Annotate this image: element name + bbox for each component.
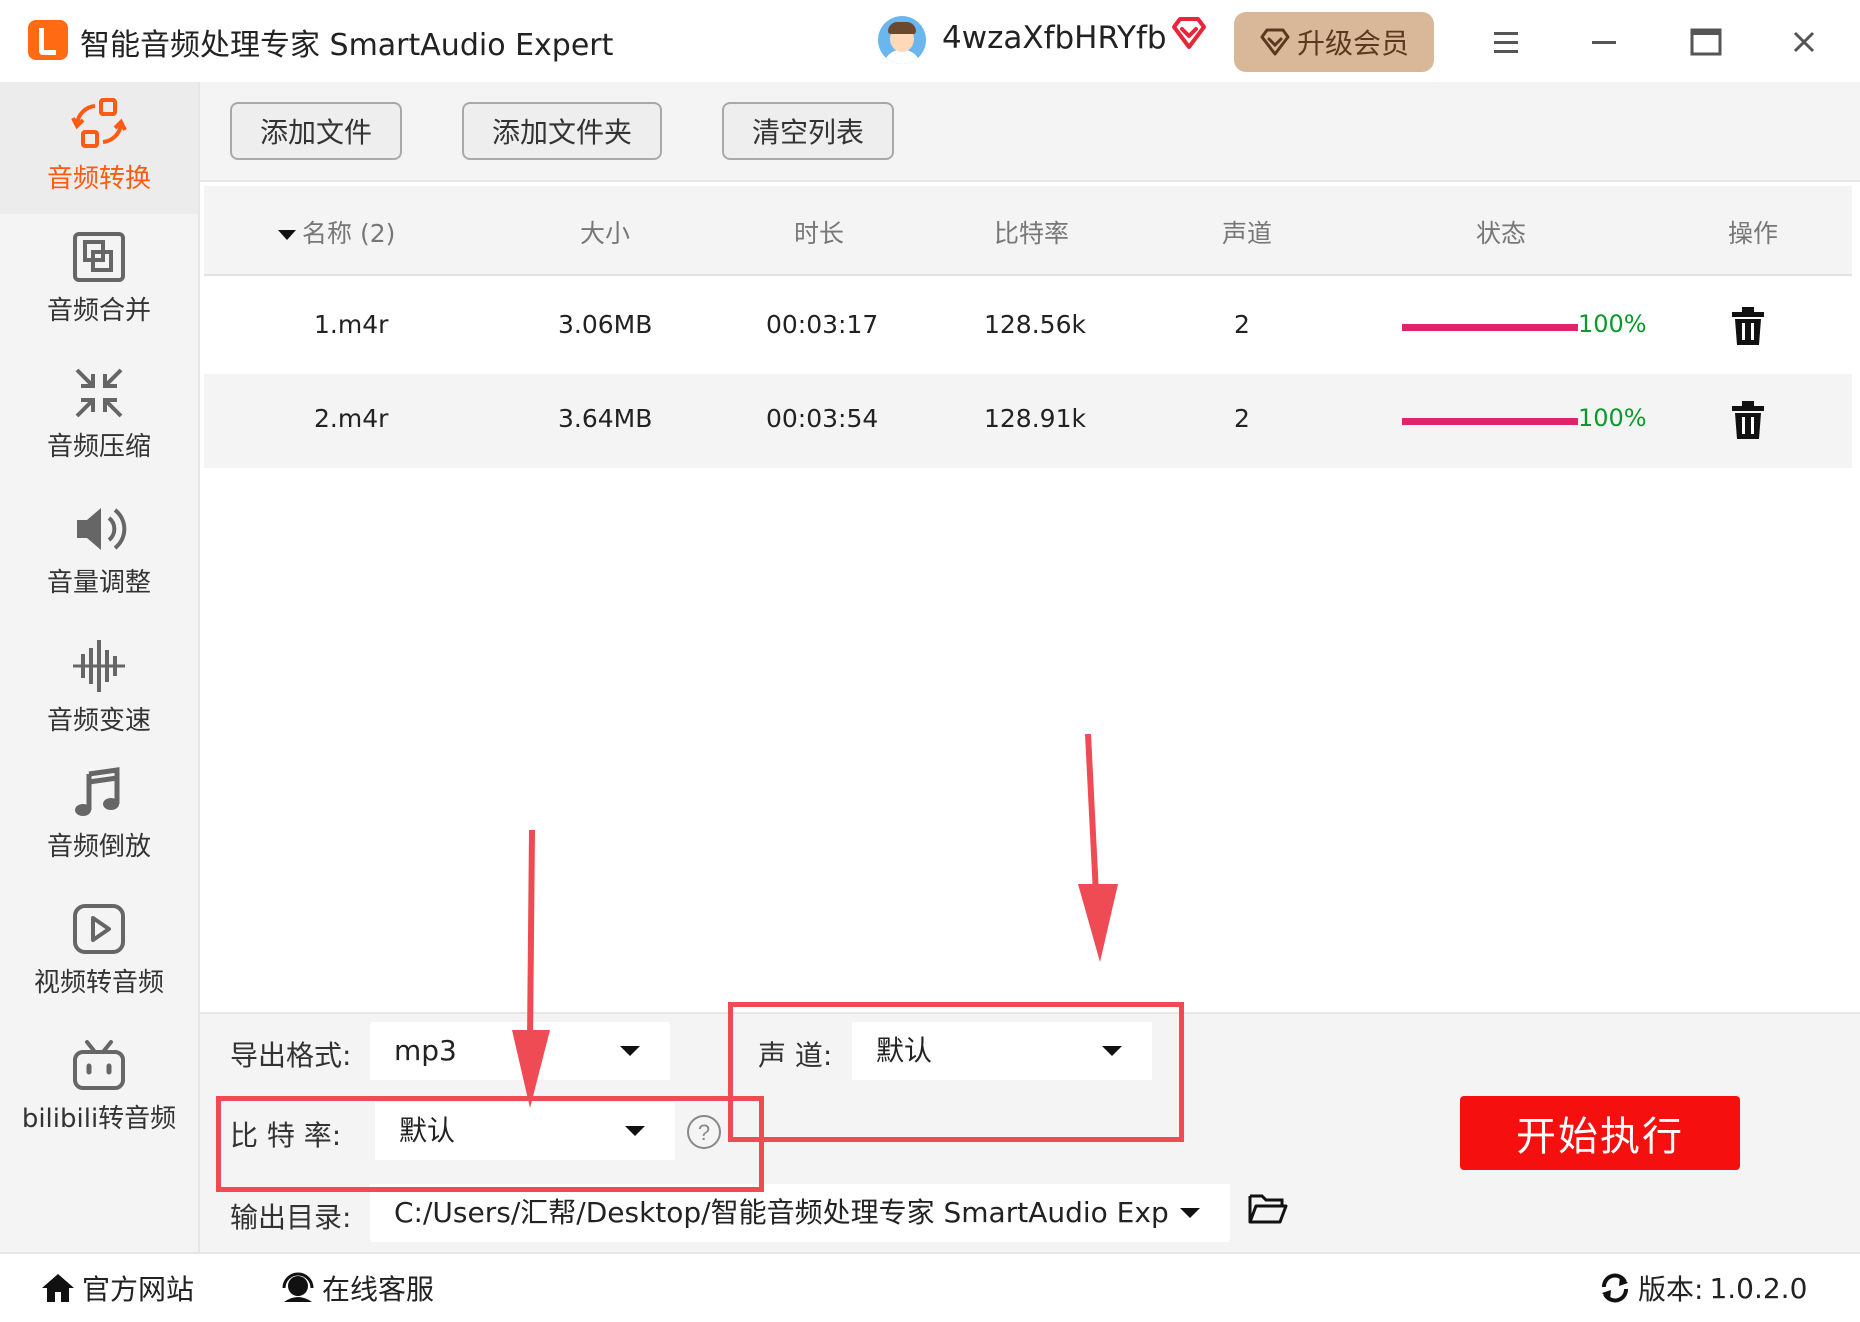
sidebar-item-label: 音频合并 xyxy=(46,296,151,326)
folder-open-icon[interactable] xyxy=(1248,1192,1288,1226)
column-label-name: 名称 (2) xyxy=(302,219,396,248)
sidebar: 音频转换 音频合并 音频压缩 音量调整 音频变速 音频倒放 视频转音频 bili… xyxy=(0,82,200,1252)
progress-bar xyxy=(1402,324,1578,331)
file-duration: 00:03:17 xyxy=(766,310,879,339)
file-size: 3.64MB xyxy=(558,404,653,433)
arrow-down-icon xyxy=(512,830,550,1108)
minimize-icon[interactable] xyxy=(1584,22,1624,62)
footer: 官方网站 在线客服 版本: 1.0.2.0 xyxy=(0,1252,1860,1322)
vip-diamond-icon[interactable] xyxy=(1170,14,1208,52)
app-title: 智能音频处理专家 SmartAudio Expert xyxy=(80,28,614,63)
column-header-actions: 操作 xyxy=(1728,219,1779,248)
file-table-header: 名称 (2) 大小 时长 比特率 声道 状态 操作 xyxy=(204,186,1852,276)
clear-list-button[interactable]: 清空列表 xyxy=(722,102,894,160)
title-bar: 智能音频处理专家 SmartAudio Expert 4wzaXfbHRYfb … xyxy=(0,0,1860,84)
trash-icon[interactable] xyxy=(1730,306,1766,346)
support-label: 在线客服 xyxy=(322,1273,435,1306)
sidebar-item-volume-adjust[interactable]: 音量调整 xyxy=(0,488,198,620)
add-file-button[interactable]: 添加文件 xyxy=(230,102,402,160)
status-percent: 100% xyxy=(1578,404,1647,432)
file-bitrate: 128.91k xyxy=(984,404,1086,433)
file-name: 2.m4r xyxy=(314,404,389,433)
home-icon xyxy=(42,1274,74,1302)
progress-bar xyxy=(1402,418,1578,425)
sidebar-item-audio-speed[interactable]: 音频变速 xyxy=(0,624,198,756)
table-row[interactable]: 1.m4r 3.06MB 00:03:17 128.56k 2 100% xyxy=(204,280,1852,374)
speed-icon xyxy=(73,640,125,692)
refresh-icon xyxy=(1602,1273,1628,1303)
username[interactable]: 4wzaXfbHRYfb xyxy=(942,20,1167,56)
video-play-icon xyxy=(73,904,125,954)
toolbar: 添加文件 添加文件夹 清空列表 xyxy=(200,82,1860,182)
sidebar-item-label: 音频压缩 xyxy=(46,432,151,462)
bitrate-highlight-box xyxy=(216,1096,764,1192)
status-percent: 100% xyxy=(1578,310,1647,338)
format-label: 导出格式: xyxy=(230,1039,352,1072)
start-button[interactable]: 开始执行 xyxy=(1460,1096,1740,1170)
column-header-name[interactable]: 名称 (2) xyxy=(278,214,395,250)
merge-icon xyxy=(73,232,125,282)
maximize-icon[interactable] xyxy=(1686,22,1726,62)
table-row[interactable]: 2.m4r 3.64MB 00:03:54 128.91k 2 100% xyxy=(204,374,1852,468)
chevron-down-icon xyxy=(1180,1208,1200,1218)
close-icon[interactable] xyxy=(1784,22,1824,62)
output-dir-value: C:/Users/汇帮/Desktop/智能音频处理专家 SmartAudio … xyxy=(394,1196,1169,1229)
version-info[interactable]: 版本: 1.0.2.0 xyxy=(1598,1268,1807,1308)
sidebar-item-video-to-audio[interactable]: 视频转音频 xyxy=(0,888,198,1020)
file-channels: 2 xyxy=(1234,404,1250,433)
file-bitrate: 128.56k xyxy=(984,310,1086,339)
sidebar-item-bilibili-to-audio[interactable]: bilibili转音频 xyxy=(0,1024,198,1156)
version-number: 1.0.2.0 xyxy=(1709,1271,1808,1305)
sidebar-item-label: 音频变速 xyxy=(46,706,151,736)
bilibili-icon xyxy=(73,1040,125,1090)
upgrade-label: 升级会员 xyxy=(1296,27,1409,60)
compress-icon xyxy=(75,368,123,418)
user-avatar[interactable] xyxy=(878,16,926,64)
sidebar-item-audio-merge[interactable]: 音频合并 xyxy=(0,216,198,348)
website-label: 官方网站 xyxy=(82,1273,195,1306)
diamond-icon xyxy=(1260,28,1290,56)
sidebar-item-label: 视频转音频 xyxy=(33,968,164,998)
app-logo-icon xyxy=(28,20,68,60)
sidebar-item-label: bilibili转音频 xyxy=(21,1104,177,1134)
sidebar-item-audio-convert[interactable]: 音频转换 xyxy=(0,82,198,214)
sidebar-item-label: 音频转换 xyxy=(46,164,151,194)
column-header-bitrate[interactable]: 比特率 xyxy=(994,214,1069,250)
sidebar-item-audio-compress[interactable]: 音频压缩 xyxy=(0,352,198,484)
output-dir-select[interactable]: C:/Users/汇帮/Desktop/智能音频处理专家 SmartAudio … xyxy=(370,1184,1230,1242)
music-note-icon xyxy=(75,767,120,816)
file-duration: 00:03:54 xyxy=(766,404,879,433)
sidebar-item-audio-reverse[interactable]: 音频倒放 xyxy=(0,752,198,884)
sidebar-item-label: 音频倒放 xyxy=(46,832,151,862)
trash-icon[interactable] xyxy=(1730,400,1766,440)
upgrade-vip-button[interactable]: 升级会员 xyxy=(1234,12,1434,72)
format-value: mp3 xyxy=(394,1034,457,1067)
volume-icon xyxy=(77,508,127,550)
website-link[interactable]: 官方网站 xyxy=(40,1268,194,1308)
sidebar-item-label: 音量调整 xyxy=(46,568,151,598)
column-header-duration[interactable]: 时长 xyxy=(794,214,844,250)
arrow-down-icon xyxy=(1078,734,1118,962)
menu-icon[interactable] xyxy=(1486,22,1526,62)
column-header-size[interactable]: 大小 xyxy=(580,214,630,250)
support-link[interactable]: 在线客服 xyxy=(280,1268,434,1308)
chevron-down-icon xyxy=(620,1046,640,1056)
column-header-channels[interactable]: 声道 xyxy=(1222,214,1272,250)
version-label: 版本: xyxy=(1638,1273,1704,1306)
headset-icon xyxy=(282,1272,314,1302)
file-channels: 2 xyxy=(1234,310,1250,339)
column-header-status[interactable]: 状态 xyxy=(1476,214,1526,250)
file-name: 1.m4r xyxy=(314,310,389,339)
channel-highlight-box xyxy=(728,1002,1184,1142)
add-folder-button[interactable]: 添加文件夹 xyxy=(462,102,662,160)
sort-caret-icon xyxy=(278,230,296,240)
output-dir-label: 输出目录: xyxy=(230,1201,352,1234)
file-size: 3.06MB xyxy=(558,310,653,339)
convert-icon xyxy=(71,98,127,148)
